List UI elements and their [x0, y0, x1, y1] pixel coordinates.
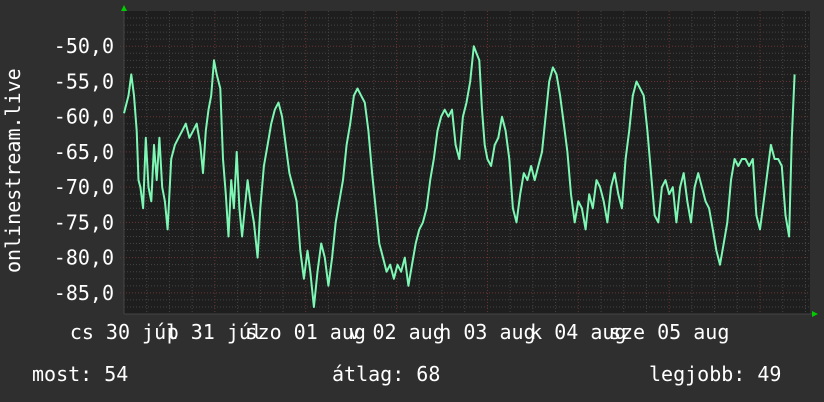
y-axis-arrow — [121, 5, 127, 11]
y-tick-label: -65,0 — [54, 140, 114, 164]
stat-current: most: 54 — [32, 362, 129, 386]
y-tick-label: -55,0 — [54, 69, 114, 93]
x-axis-arrow — [812, 311, 818, 317]
y-tick-labels: -50,0 -55,0 -60,0 -65,0 -70,0 -75,0 -80,0 -85,0 — [54, 34, 114, 305]
y-tick-label: -70,0 — [54, 175, 114, 199]
y-tick-label: -60,0 — [54, 105, 114, 129]
stats-bar: most: 54 átlag: 68 legjobb: 49 — [0, 362, 824, 390]
y-tick-label: -85,0 — [54, 281, 114, 305]
y-tick-label: -80,0 — [54, 246, 114, 270]
x-tick-label: cs 30 júl — [70, 320, 178, 344]
x-tick-label: h 03 aug — [439, 320, 535, 344]
y-tick-label: -75,0 — [54, 210, 114, 234]
y-tick-label: -50,0 — [54, 34, 114, 58]
line-chart: -50,0 -55,0 -60,0 -65,0 -70,0 -75,0 -80,0 -85,0… — [1, 5, 818, 344]
plot-area — [124, 11, 810, 314]
x-tick-labels: cs 30 júlp 31 júlszo 01 augv 02 augh 03 … — [70, 320, 730, 344]
stat-best: legjobb: 49 — [649, 362, 782, 386]
x-tick-label: v 02 aug — [348, 320, 444, 344]
x-tick-label: sze 05 aug — [609, 320, 729, 344]
y-axis-label: onlinestream.live — [1, 68, 25, 273]
stat-average: átlag: 68 — [332, 362, 441, 386]
